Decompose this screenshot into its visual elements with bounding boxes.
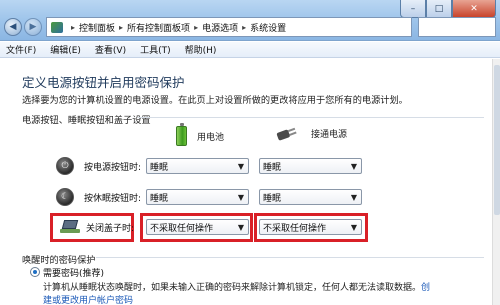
chevron-right-icon[interactable]: ▸ [242, 23, 246, 32]
scrollbar-thumb[interactable] [494, 65, 500, 215]
require-password-radio[interactable] [30, 267, 40, 277]
breadcrumb-item[interactable]: 控制面板 [79, 21, 115, 34]
menu-file[interactable]: 文件(F) [6, 43, 36, 56]
breadcrumb: ▸ 控制面板 ▸ 所有控制面板项 ▸ 电源选项 ▸ 系统设置 [67, 21, 286, 34]
select-value: 不采取任何操作 [263, 223, 327, 234]
chevron-right-icon[interactable]: ▸ [119, 23, 123, 32]
close-lid-row: 关闭盖子时: [60, 216, 134, 238]
account-password-link-start[interactable]: 创 [421, 283, 430, 293]
close-lid-ac-select[interactable]: 不采取任何操作 ▼ [259, 219, 362, 235]
laptop-lid-icon [60, 220, 80, 234]
breadcrumb-item[interactable]: 电源选项 [202, 21, 238, 34]
window-titlebar: – □ ✕ ◀ ▶ ▸ 控制面板 ▸ 所有控制面板项 ▸ 电源选项 ▸ 系统设置 [0, 0, 500, 41]
dropdown-arrow-icon: ▼ [350, 193, 357, 202]
section-divider [96, 257, 484, 258]
ac-column-label: 接通电源 [311, 129, 348, 140]
power-buttons-section-label: 电源按钮、睡眠按钮和盖子设置 [22, 115, 151, 126]
battery-column-label: 用电池 [197, 132, 225, 143]
menu-help[interactable]: 帮助(H) [185, 43, 217, 56]
sleep-button-ac-select[interactable]: 睡眠 ▼ [259, 189, 362, 205]
wake-password-section-label: 唤醒时的密码保护 [22, 255, 96, 266]
description-text: 计算机从睡眠状态唤醒时，如果未输入正确的密码来解除计算机锁定，任何人都无法读取数… [43, 283, 422, 293]
maximize-button[interactable]: □ [426, 0, 452, 18]
battery-icon [176, 123, 187, 146]
select-value: 睡眠 [263, 193, 282, 204]
menu-edit[interactable]: 编辑(E) [50, 43, 81, 56]
close-button[interactable]: ✕ [452, 0, 496, 18]
power-button-icon: ⏻ [56, 157, 74, 175]
dropdown-arrow-icon: ▼ [237, 193, 244, 202]
breadcrumb-item[interactable]: 所有控制面板项 [127, 21, 190, 34]
sleep-button-battery-select[interactable]: 睡眠 ▼ [146, 189, 249, 205]
breadcrumb-item[interactable]: 系统设置 [250, 21, 286, 34]
search-input[interactable] [418, 17, 496, 37]
menu-tools[interactable]: 工具(T) [140, 43, 171, 56]
power-button-row: ⏻ 按电源按钮时: [56, 155, 141, 177]
forward-button[interactable]: ▶ [24, 18, 42, 36]
dropdown-arrow-icon: ▼ [237, 162, 244, 171]
select-value: 睡眠 [150, 193, 169, 204]
sleep-button-icon: ☾ [56, 188, 74, 206]
chevron-right-icon[interactable]: ▸ [194, 23, 198, 32]
power-button-label: 按电源按钮时: [84, 162, 142, 173]
control-panel-icon [51, 21, 63, 33]
dropdown-arrow-icon: ▼ [350, 162, 357, 171]
account-password-link[interactable]: 建或更改用户帐户密码 [43, 293, 133, 305]
select-value: 睡眠 [263, 162, 282, 173]
sleep-button-row: ☾ 按休眠按钮时: [56, 186, 141, 208]
menu-bar: 文件(F) 编辑(E) 查看(V) 工具(T) 帮助(H) [0, 42, 500, 58]
menu-view[interactable]: 查看(V) [95, 43, 126, 56]
minimize-button[interactable]: – [400, 0, 426, 18]
dropdown-arrow-icon: ▼ [350, 223, 357, 232]
section-divider [138, 117, 484, 118]
select-value: 睡眠 [150, 162, 169, 173]
back-button[interactable]: ◀ [4, 18, 22, 36]
page-title: 定义电源按钮并启用密码保护 [22, 75, 185, 90]
dropdown-arrow-icon: ▼ [237, 223, 244, 232]
require-password-label[interactable]: 需要密码(推荐) [43, 266, 104, 279]
sleep-button-label: 按休眠按钮时: [84, 193, 142, 204]
vertical-scrollbar[interactable] [492, 59, 500, 305]
address-bar[interactable]: ▸ 控制面板 ▸ 所有控制面板项 ▸ 电源选项 ▸ 系统设置 [46, 17, 412, 37]
power-button-battery-select[interactable]: 睡眠 ▼ [146, 158, 249, 174]
battery-column-header: 用电池 [176, 123, 225, 146]
close-lid-battery-select[interactable]: 不采取任何操作 ▼ [146, 219, 249, 235]
page-description: 选择要为您的计算机设置的电源设置。在此页上对设置所做的更改将应用于您所有的电源计… [22, 95, 408, 106]
window-controls: – □ ✕ [400, 0, 496, 18]
ac-column-header: 接通电源 [276, 126, 348, 141]
chevron-right-icon: ▸ [71, 22, 76, 32]
require-password-description: 计算机从睡眠状态唤醒时，如果未输入正确的密码来解除计算机锁定，任何人都无法读取数… [43, 280, 430, 293]
close-lid-label: 关闭盖子时: [86, 223, 135, 234]
power-button-ac-select[interactable]: 睡眠 ▼ [259, 158, 362, 174]
select-value: 不采取任何操作 [150, 223, 214, 234]
